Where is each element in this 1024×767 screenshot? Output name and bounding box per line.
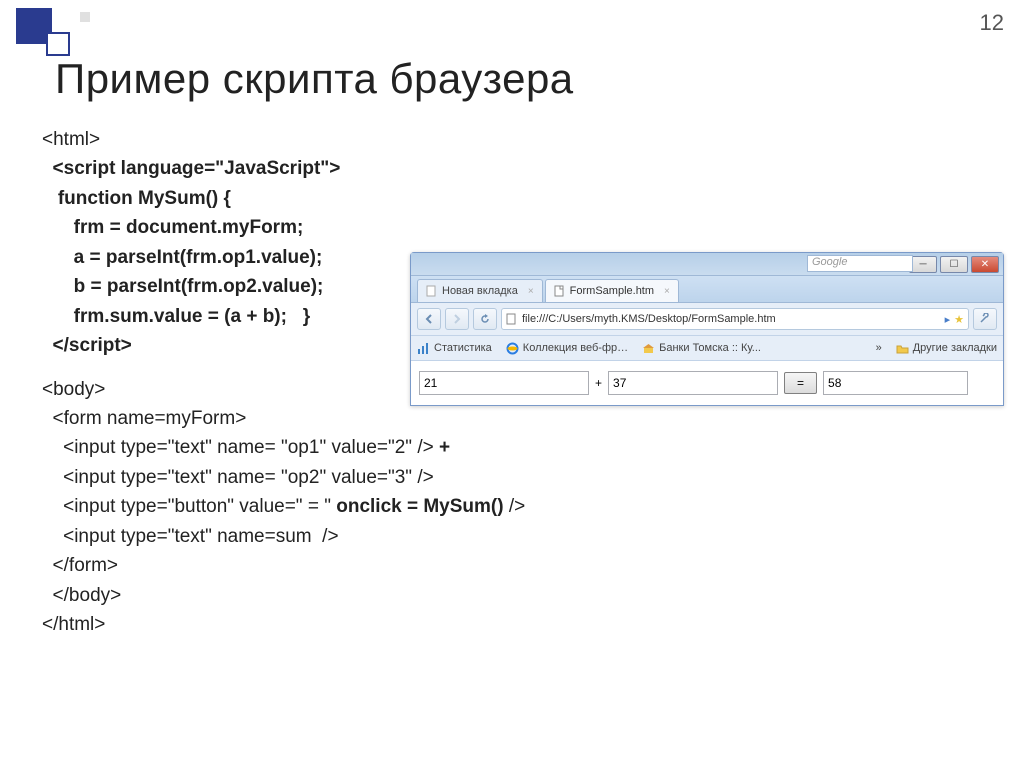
- op2-input[interactable]: [608, 371, 778, 395]
- code-line: <html>: [42, 125, 525, 154]
- slide: 12 Пример скрипта браузера <html> <scrip…: [0, 0, 1024, 767]
- bookmark-label: Банки Томска :: Ку...: [659, 342, 761, 354]
- browser-window: Google ─ ☐ ✕ Новая вкладка × FormSample.…: [410, 252, 1004, 406]
- slide-decoration: [16, 8, 90, 56]
- bookmark-other[interactable]: Другие закладки: [896, 342, 997, 355]
- bank-icon: [642, 342, 655, 355]
- url-text: file:///C:/Users/myth.KMS/Desktop/FormSa…: [522, 313, 776, 325]
- close-tab-icon[interactable]: ×: [528, 286, 534, 297]
- tab-label: Новая вкладка: [442, 285, 518, 297]
- address-bar: file:///C:/Users/myth.KMS/Desktop/FormSa…: [411, 303, 1003, 336]
- forward-button[interactable]: [445, 308, 469, 330]
- code-line: <input type="text" name= "op2" value="3"…: [42, 463, 525, 492]
- bookmarks-bar: Статистика Коллекция веб-фр… Банки Томск…: [411, 336, 1003, 361]
- bookmark-label: Статистика: [434, 342, 492, 354]
- slide-title: Пример скрипта браузера: [55, 55, 574, 103]
- op1-input[interactable]: [419, 371, 589, 395]
- bookmark-collection[interactable]: Коллекция веб-фр…: [506, 342, 628, 355]
- deco-square: [46, 32, 70, 56]
- tab-strip: Новая вкладка × FormSample.htm ×: [411, 276, 1003, 303]
- close-tab-icon[interactable]: ×: [664, 286, 670, 297]
- bookmark-statistics[interactable]: Статистика: [417, 342, 492, 355]
- blank-page-icon: [426, 285, 438, 297]
- code-line: frm = document.myForm;: [42, 213, 525, 242]
- code-line: </html>: [42, 610, 525, 639]
- search-engine-box[interactable]: Google: [807, 255, 913, 272]
- reload-button[interactable]: [473, 308, 497, 330]
- back-button[interactable]: [417, 308, 441, 330]
- wrench-menu-icon[interactable]: [973, 308, 997, 330]
- file-icon: [506, 313, 518, 325]
- close-button[interactable]: ✕: [971, 256, 999, 273]
- bookmark-banks[interactable]: Банки Томска :: Ку...: [642, 342, 761, 355]
- bookmark-overflow[interactable]: »: [876, 342, 882, 354]
- minimize-button[interactable]: ─: [909, 256, 937, 273]
- code-line: <input type="text" name= "op1" value="2"…: [42, 433, 525, 462]
- code-line: <script language="JavaScript">: [42, 154, 525, 183]
- url-input[interactable]: file:///C:/Users/myth.KMS/Desktop/FormSa…: [501, 308, 969, 330]
- star-icon[interactable]: ★: [954, 313, 964, 326]
- ie-icon: [506, 342, 519, 355]
- bookmark-star-icon[interactable]: ▸: [945, 313, 951, 326]
- sum-input[interactable]: [823, 371, 968, 395]
- tab-new[interactable]: Новая вкладка ×: [417, 279, 543, 302]
- code-line: <input type="text" name=sum />: [42, 522, 525, 551]
- folder-icon: [896, 342, 909, 355]
- plus-label: +: [595, 376, 602, 390]
- maximize-button[interactable]: ☐: [940, 256, 968, 273]
- deco-square: [80, 12, 90, 22]
- code-line: <form name=myForm>: [42, 404, 525, 433]
- page-content: + =: [411, 361, 1003, 405]
- equals-button[interactable]: =: [784, 372, 817, 394]
- code-line: function MySum() {: [42, 184, 525, 213]
- code-line: <input type="button" value=" = " onclick…: [42, 492, 525, 521]
- tab-label: FormSample.htm: [570, 285, 654, 297]
- code-line: </form>: [42, 551, 525, 580]
- bookmark-label: Коллекция веб-фр…: [523, 342, 628, 354]
- bookmark-label: Другие закладки: [913, 342, 997, 354]
- chart-icon: [417, 342, 430, 355]
- browser-titlebar: Google ─ ☐ ✕: [411, 253, 1003, 276]
- tab-formsample[interactable]: FormSample.htm ×: [545, 279, 679, 302]
- slide-number: 12: [980, 10, 1004, 36]
- code-line: </body>: [42, 581, 525, 610]
- file-icon: [554, 285, 566, 297]
